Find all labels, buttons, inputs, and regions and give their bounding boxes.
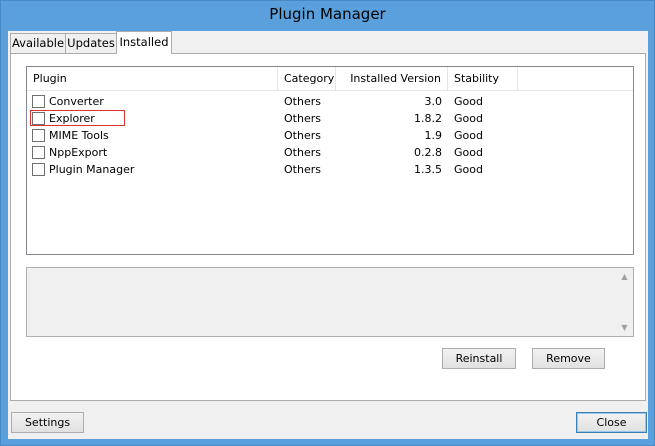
plugin-name: NppExport <box>49 146 108 159</box>
tab-updates[interactable]: Updates <box>65 33 117 53</box>
plugin-version: 1.9 <box>424 129 443 142</box>
plugin-stability: Good <box>454 163 483 176</box>
plugin-category: Others <box>284 112 321 125</box>
plugin-stability: Good <box>454 129 483 142</box>
plugin-version: 0.2.8 <box>414 146 442 159</box>
plugin-version: 1.3.5 <box>414 163 442 176</box>
plugin-name: Explorer <box>49 112 95 125</box>
list-header: Plugin Category Installed Version Stabil… <box>27 67 633 91</box>
chevron-up-icon[interactable]: ▲ <box>616 268 633 285</box>
column-header-installed-version[interactable]: Installed Version <box>336 67 448 91</box>
plugin-name: Plugin Manager <box>49 163 135 176</box>
installed-tab-panel: Plugin Category Installed Version Stabil… <box>10 53 646 401</box>
plugin-checkbox[interactable] <box>32 146 45 159</box>
remove-button[interactable]: Remove <box>532 348 605 369</box>
table-row[interactable]: NppExport Others 0.2.8 Good <box>27 144 633 161</box>
plugin-stability: Good <box>454 146 483 159</box>
plugin-category: Others <box>284 163 321 176</box>
tab-installed[interactable]: Installed <box>116 31 172 54</box>
plugin-name: MIME Tools <box>49 129 109 142</box>
chevron-down-icon[interactable]: ▼ <box>616 319 633 336</box>
window-title: Plugin Manager <box>269 5 386 23</box>
plugin-category: Others <box>284 95 321 108</box>
dialog-client-area: Available Updates Installed Plugin Categ… <box>8 31 648 439</box>
table-row[interactable]: Plugin Manager Others 1.3.5 Good <box>27 161 633 178</box>
plugin-description-box[interactable]: ▲ ▼ <box>26 267 634 337</box>
plugin-stability: Good <box>454 112 483 125</box>
plugin-checkbox[interactable] <box>32 112 45 125</box>
column-header-plugin[interactable]: Plugin <box>27 67 278 91</box>
settings-button[interactable]: Settings <box>11 412 84 433</box>
table-row[interactable]: Converter Others 3.0 Good <box>27 93 633 110</box>
close-button[interactable]: Close <box>576 412 647 433</box>
plugin-manager-window: Plugin Manager Available Updates Install… <box>0 0 655 446</box>
reinstall-button[interactable]: Reinstall <box>442 348 516 369</box>
plugin-stability: Good <box>454 95 483 108</box>
tab-available[interactable]: Available <box>10 33 66 53</box>
plugin-category: Others <box>284 146 321 159</box>
plugin-version: 3.0 <box>424 95 443 108</box>
description-scrollbar[interactable]: ▲ ▼ <box>616 268 633 336</box>
column-header-category[interactable]: Category <box>278 67 336 91</box>
column-header-stability[interactable]: Stability <box>448 67 518 91</box>
plugin-category: Others <box>284 129 321 142</box>
table-row[interactable]: MIME Tools Others 1.9 Good <box>27 127 633 144</box>
plugin-checkbox[interactable] <box>32 163 45 176</box>
plugin-version: 1.8.2 <box>414 112 442 125</box>
plugin-checkbox[interactable] <box>32 95 45 108</box>
plugin-name: Converter <box>49 95 104 108</box>
plugin-list[interactable]: Plugin Category Installed Version Stabil… <box>26 66 634 255</box>
plugin-checkbox[interactable] <box>32 129 45 142</box>
table-row[interactable]: Explorer Others 1.8.2 Good <box>27 110 633 127</box>
